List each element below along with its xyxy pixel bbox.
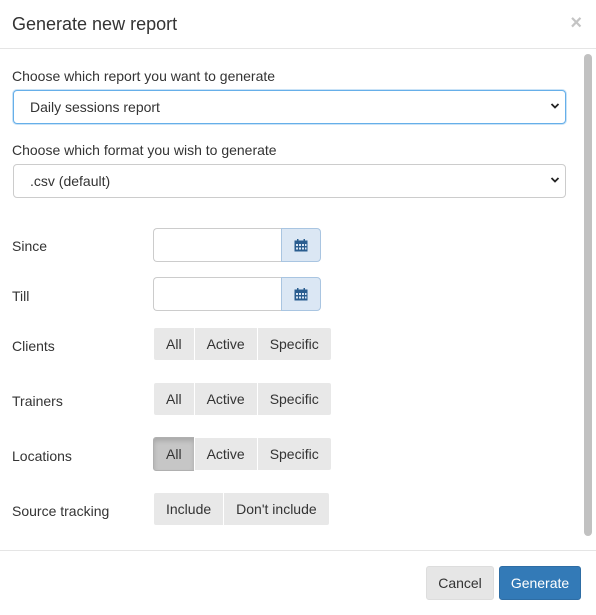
calendar-icon — [294, 238, 308, 251]
since-label: Since — [12, 238, 48, 254]
clients-specific-button[interactable]: Specific — [256, 327, 332, 361]
source-tracking-include-button[interactable]: Include — [153, 492, 225, 526]
clients-active-button[interactable]: Active — [193, 327, 258, 361]
since-calendar-button[interactable] — [281, 228, 321, 262]
trainers-active-button[interactable]: Active — [193, 382, 258, 416]
chevron-down-icon — [550, 103, 560, 109]
till-label: Till — [12, 288, 30, 304]
scrollbar-thumb[interactable] — [584, 54, 592, 536]
locations-label: Locations — [12, 448, 72, 464]
source-tracking-toggle-group: Include Don't include — [153, 492, 330, 526]
trainers-toggle-group: All Active Specific — [153, 382, 332, 416]
trainers-label: Trainers — [12, 393, 63, 409]
dialog-title: Generate new report — [12, 14, 178, 34]
locations-active-button[interactable]: Active — [193, 437, 258, 471]
dialog-header: Generate new report × — [0, 0, 596, 49]
till-date-picker — [153, 277, 321, 311]
report-type-select[interactable]: Daily sessions report — [13, 90, 566, 124]
report-format-value: .csv (default) — [30, 173, 111, 189]
clients-toggle-group: All Active Specific — [153, 327, 332, 361]
trainers-all-button[interactable]: All — [153, 382, 195, 416]
dialog-body: Choose which report you want to generate… — [0, 50, 596, 550]
clients-all-button[interactable]: All — [153, 327, 195, 361]
report-format-select[interactable]: .csv (default) — [13, 164, 566, 198]
source-tracking-exclude-button[interactable]: Don't include — [223, 492, 330, 526]
report-type-value: Daily sessions report — [30, 99, 160, 115]
report-type-label: Choose which report you want to generate — [12, 68, 276, 84]
chevron-down-icon — [550, 177, 560, 183]
since-date-picker — [153, 228, 321, 262]
dialog-footer: Cancel Generate — [0, 550, 596, 615]
locations-all-button[interactable]: All — [153, 437, 195, 471]
close-icon[interactable]: × — [570, 13, 582, 33]
report-format-label: Choose which format you wish to generate — [12, 142, 277, 158]
cancel-button[interactable]: Cancel — [426, 566, 494, 600]
locations-toggle-group: All Active Specific — [153, 437, 332, 471]
till-date-input[interactable] — [153, 277, 282, 311]
clients-label: Clients — [12, 338, 55, 354]
calendar-icon — [294, 287, 308, 300]
source-tracking-label: Source tracking — [12, 503, 110, 519]
generate-report-dialog: Generate new report × Choose which repor… — [0, 0, 596, 615]
generate-button[interactable]: Generate — [499, 566, 581, 600]
locations-specific-button[interactable]: Specific — [256, 437, 332, 471]
since-date-input[interactable] — [153, 228, 282, 262]
trainers-specific-button[interactable]: Specific — [256, 382, 332, 416]
till-calendar-button[interactable] — [281, 277, 321, 311]
